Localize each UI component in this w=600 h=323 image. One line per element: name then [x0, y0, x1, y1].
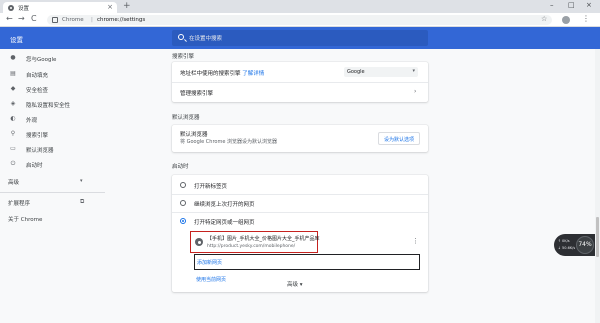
sidebar-item-default-browser[interactable]: ▭ 默认浏览器 — [0, 142, 105, 156]
section-title-default-browser: 默认浏览器 — [172, 115, 200, 121]
advanced-expand-button[interactable]: 高级 ▾ — [287, 280, 303, 288]
startup-page-url: http://product.yesky.com/mobilephone/ — [207, 244, 296, 249]
sidebar-item-label: 搜索引擎 — [26, 133, 49, 139]
search-engine-label: 地址栏中使用的搜索引擎 了解详情 — [180, 69, 264, 77]
search-icon: ⚲ — [10, 130, 16, 137]
url-separator: | — [91, 16, 93, 23]
radio-label-continue: 继续浏览上次打开的网页 — [194, 202, 255, 208]
external-link-icon: ⧉ — [80, 198, 85, 205]
search-engine-selected: Google — [347, 69, 365, 75]
sidebar-item-search-engine[interactable]: ⚲ 搜索引擎 — [0, 127, 105, 141]
add-new-page-button[interactable]: 添加新网页 — [194, 254, 420, 270]
radio-label-specific-pages: 打开特定网页或一组网页 — [194, 220, 255, 226]
sidebar-item-label: 您与Google — [26, 57, 57, 63]
chevron-right-icon: › — [414, 88, 417, 95]
person-icon: ● — [10, 54, 16, 61]
chevron-down-icon[interactable]: ▾ — [80, 178, 83, 184]
search-engine-row: 地址栏中使用的搜索引擎 了解详情 Google ▾ — [172, 62, 428, 82]
forward-button[interactable]: → — [18, 14, 25, 23]
sidebar-extensions[interactable]: 扩展程序 — [8, 199, 30, 207]
tab-settings[interactable]: 设置 × — [3, 2, 117, 13]
chrome-page-icon — [52, 17, 58, 23]
maximize-button[interactable]: □ — [568, 1, 575, 9]
sidebar-item-safety-check[interactable]: ◆ 安全检查 — [0, 82, 105, 96]
sidebar-about-chrome[interactable]: 关于 Chrome — [8, 215, 42, 223]
settings-search-input[interactable]: 在设置中搜索 — [172, 30, 428, 46]
row-divider — [172, 194, 428, 195]
sidebar-item-label: 安全检查 — [26, 88, 49, 94]
reload-button[interactable]: C — [31, 14, 37, 23]
shield-icon: ◆ — [10, 85, 16, 92]
section-title-search-engine: 搜索引擎 — [172, 54, 195, 60]
settings-sidebar: ● 您与Google ▤ 自动填充 ◆ 安全检查 ◈ 隐私设置和安全性 ◐ 外观… — [0, 49, 105, 323]
tab-strip: 设置 × + – □ × — [0, 0, 600, 13]
search-engine-card: 地址栏中使用的搜索引擎 了解详情 Google ▾ 管理搜索引擎 › — [172, 62, 428, 102]
upload-speed: ↑ 0K/s — [558, 239, 570, 243]
back-button[interactable]: ← — [6, 14, 13, 23]
learn-more-link[interactable]: 了解详情 — [242, 71, 264, 77]
sidebar-item-autofill[interactable]: ▤ 自动填充 — [0, 67, 105, 81]
clipboard-icon: ▤ — [10, 70, 16, 77]
startup-page-title: 【手机】图片_手机大全_价格图片大全_手机产品库 — [207, 236, 320, 242]
search-placeholder: 在设置中搜索 — [189, 36, 223, 42]
sidebar-item-privacy[interactable]: ◈ 隐私设置和安全性 — [0, 97, 105, 111]
radio-continue[interactable] — [180, 200, 186, 206]
sidebar-advanced[interactable]: 高级 — [8, 178, 19, 186]
radio-specific-pages[interactable] — [180, 218, 186, 224]
make-default-label: 设为默认选项 — [383, 137, 414, 143]
bookmark-star-icon[interactable]: ☆ — [541, 15, 547, 23]
browser-toolbar: ← → C Chrome | chrome://settings ☆ ⋮ — [0, 13, 600, 27]
sidebar-item-on-startup[interactable]: ⏻ 启动时 — [0, 157, 105, 171]
chrome-menu-button[interactable]: ⋮ — [582, 14, 590, 23]
section-title-on-startup: 启动时 — [172, 164, 189, 170]
url-text: chrome://settings — [97, 16, 146, 23]
usage-percent: 74% — [576, 236, 594, 254]
globe-icon — [195, 238, 203, 246]
minimize-button[interactable]: – — [550, 1, 554, 9]
default-browser-description: 将 Google Chrome 浏览器设为默认浏览器 — [180, 139, 278, 145]
sidebar-item-label: 外观 — [26, 118, 38, 124]
network-speed-widget[interactable]: ↑ 0K/s ↓ 50.6K/s 74% — [554, 234, 600, 256]
add-new-page-label: 添加新网页 — [197, 260, 223, 266]
startup-page-entry: 【手机】图片_手机大全_价格图片大全_手机产品库 http://product.… — [190, 231, 320, 253]
shield-lock-icon: ◈ — [10, 100, 16, 107]
make-default-button[interactable]: 设为默认选项 — [378, 132, 420, 145]
search-engine-select[interactable]: Google ▾ — [344, 67, 418, 77]
profile-avatar[interactable] — [562, 16, 570, 24]
on-startup-card: 打开新标签页 继续浏览上次打开的网页 打开特定网页或一组网页 【手机】图片_手机… — [172, 175, 428, 292]
default-browser-card: 默认浏览器 将 Google Chrome 浏览器设为默认浏览器 设为默认选项 — [172, 125, 428, 152]
sidebar-item-label: 启动时 — [26, 163, 43, 169]
use-current-pages-button[interactable]: 使用当前网页 — [196, 276, 226, 283]
scrollbar-thumb[interactable] — [596, 217, 599, 257]
page-scrollbar[interactable] — [595, 49, 600, 323]
chevron-down-icon: ▾ — [412, 68, 415, 74]
search-engine-text: 地址栏中使用的搜索引擎 — [180, 71, 241, 77]
manage-search-engines-row[interactable]: 管理搜索引擎 › — [172, 82, 428, 102]
sidebar-item-label: 隐私设置和安全性 — [26, 103, 71, 109]
palette-icon: ◐ — [10, 115, 16, 122]
sidebar-item-appearance[interactable]: ◐ 外观 — [0, 112, 105, 126]
sidebar-item-you-and-google[interactable]: ● 您与Google — [0, 51, 105, 65]
browser-icon: ▭ — [10, 145, 16, 152]
download-speed: ↓ 50.6K/s — [558, 246, 576, 250]
row-divider — [172, 212, 428, 213]
gear-icon — [8, 5, 14, 11]
page-title: 设置 — [10, 36, 23, 44]
close-window-button[interactable]: × — [586, 1, 592, 9]
more-actions-icon[interactable]: ⋮ — [412, 237, 419, 245]
search-icon — [178, 34, 184, 40]
settings-header: 设置 在设置中搜索 — [0, 27, 600, 49]
manage-search-engines-label: 管理搜索引擎 — [180, 91, 214, 97]
tab-title: 设置 — [18, 6, 30, 12]
sidebar-item-label: 自动填充 — [26, 73, 49, 79]
address-bar[interactable]: Chrome | chrome://settings — [47, 15, 552, 25]
site-label: Chrome — [62, 16, 84, 23]
tab-close-button[interactable]: × — [107, 3, 113, 11]
radio-label-new-tab: 打开新标签页 — [194, 184, 228, 190]
sidebar-item-label: 默认浏览器 — [26, 148, 54, 154]
new-tab-button[interactable]: + — [123, 1, 131, 11]
power-icon: ⏻ — [10, 160, 16, 167]
sidebar-divider — [0, 192, 105, 193]
radio-new-tab[interactable] — [180, 182, 186, 188]
